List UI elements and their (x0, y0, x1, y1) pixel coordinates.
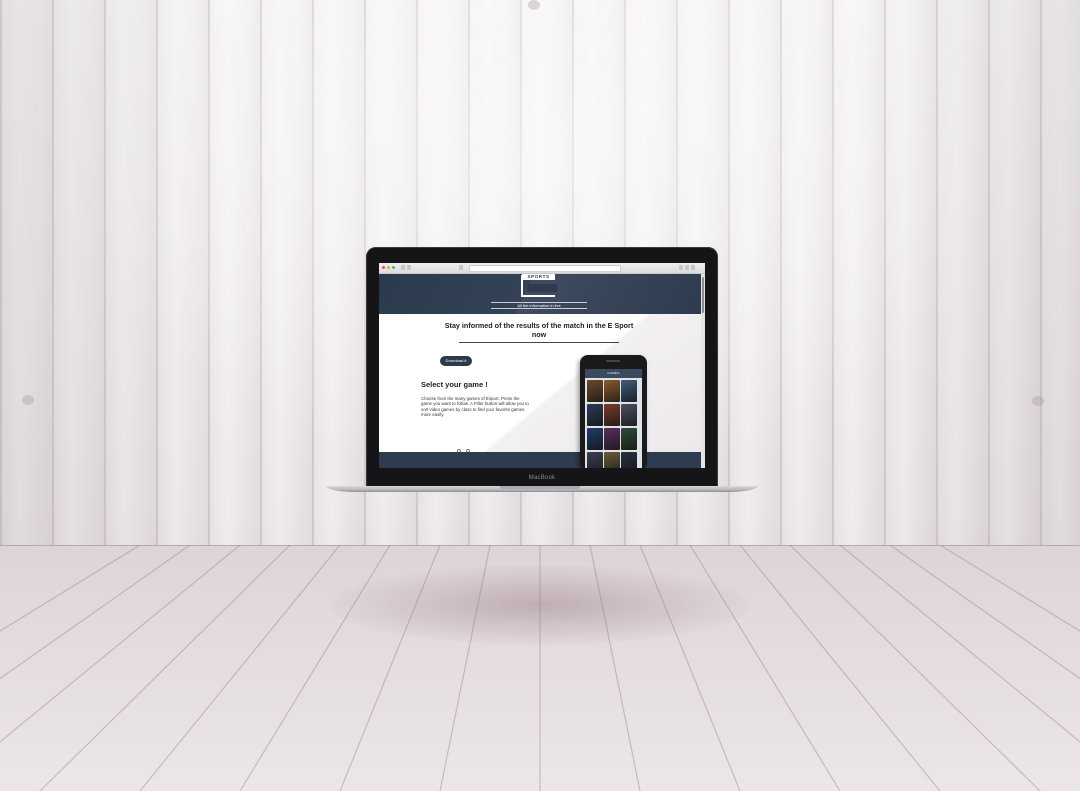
page-headline: Stay informed of the results of the matc… (444, 321, 634, 339)
game-tiles-grid (587, 380, 640, 468)
game-tile[interactable] (621, 404, 637, 426)
browser-toolbar (379, 263, 705, 274)
share-icon[interactable] (679, 265, 683, 270)
game-tile[interactable] (604, 428, 620, 450)
main-section: Stay informed of the results of the matc… (379, 314, 701, 453)
download-button[interactable]: Download it (440, 356, 472, 366)
game-tile[interactable] (587, 428, 603, 450)
forward-icon[interactable] (407, 265, 411, 270)
back-icon[interactable] (401, 265, 405, 270)
address-bar[interactable] (469, 265, 621, 272)
sidebar-icon[interactable] (459, 265, 463, 270)
game-tile[interactable] (587, 380, 603, 402)
phone-mockup: GAMES (580, 355, 647, 468)
laptop-brand-label: MacBook (528, 475, 556, 481)
minimize-window-button[interactable] (387, 266, 390, 269)
headline-divider (459, 342, 619, 343)
game-tile[interactable] (621, 428, 637, 450)
laptop: SPORTS All the information in live Stay … (366, 247, 718, 487)
game-tile[interactable] (604, 452, 620, 468)
game-tile[interactable] (621, 380, 637, 402)
game-tile[interactable] (604, 404, 620, 426)
wooden-floor (0, 545, 1080, 791)
zoom-window-button[interactable] (392, 266, 395, 269)
game-tile[interactable] (587, 404, 603, 426)
logo-text: SPORTS (522, 274, 555, 280)
phone-speaker (606, 360, 620, 362)
close-window-button[interactable] (382, 266, 385, 269)
laptop-screen: SPORTS All the information in live Stay … (379, 263, 705, 468)
game-tile[interactable] (604, 380, 620, 402)
wood-knot (22, 395, 34, 405)
wood-knot (528, 0, 540, 10)
wood-knot (1032, 396, 1044, 406)
laptop-shadow (330, 565, 750, 645)
new-tab-icon[interactable] (691, 265, 695, 270)
phone-screen: GAMES (585, 369, 642, 468)
site-tagline: All the information in live (491, 302, 587, 309)
scrollbar-thumb[interactable] (702, 277, 704, 313)
phone-app-bar: GAMES (585, 369, 642, 378)
laptop-hinge-notch (500, 486, 580, 489)
game-tile[interactable] (621, 452, 637, 468)
footer-band (379, 452, 701, 468)
feature-description: Choose from the many games of Esport. Pr… (421, 396, 529, 418)
tabs-icon[interactable] (685, 265, 689, 270)
feature-title: Select your game ! (421, 380, 488, 389)
site-hero-banner: SPORTS All the information in live (379, 274, 701, 314)
game-tile[interactable] (587, 452, 603, 468)
